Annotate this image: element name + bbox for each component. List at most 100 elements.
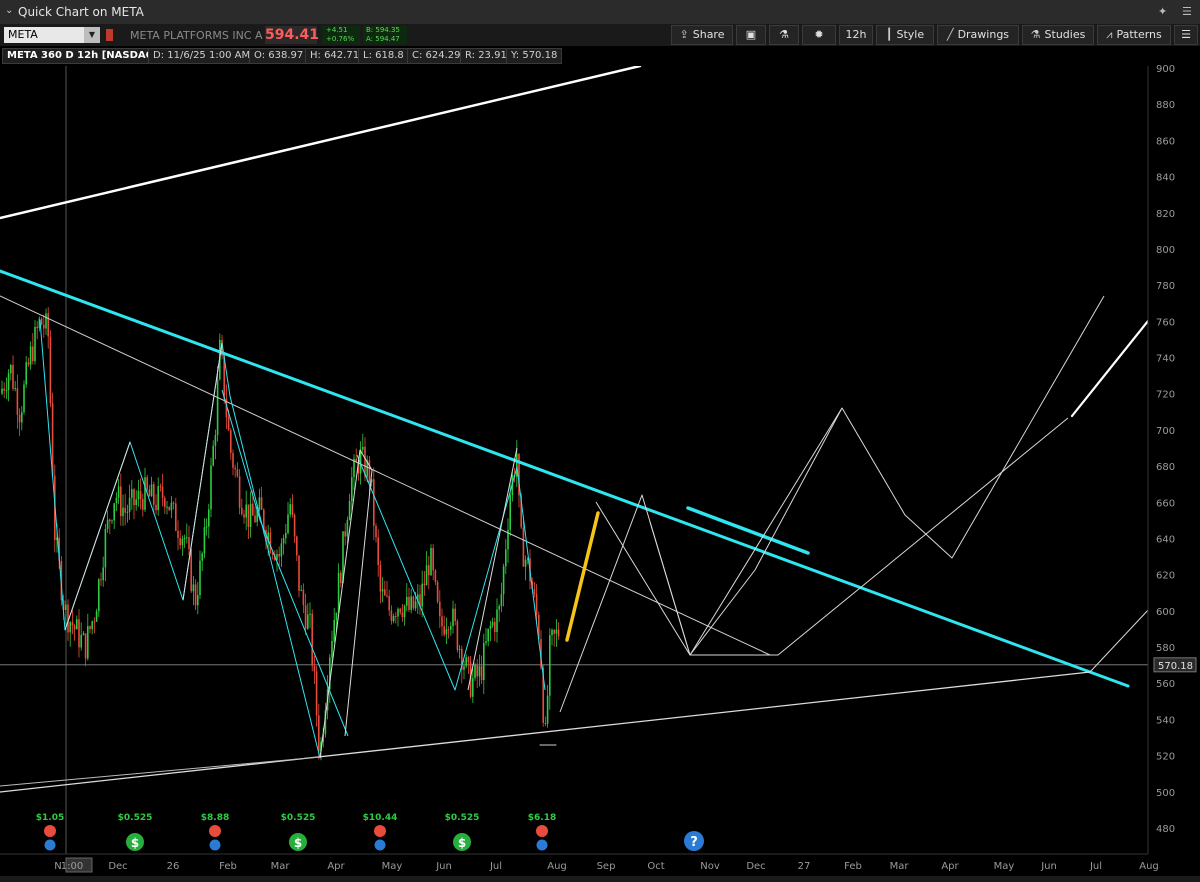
candle-body xyxy=(155,504,157,511)
high-value: H: 642.71 xyxy=(305,48,365,64)
candle-body xyxy=(375,525,377,538)
candle-body xyxy=(157,486,159,511)
timeframe-button[interactable]: 12h xyxy=(839,25,873,45)
time-tick-label: Feb xyxy=(844,861,862,872)
candle-body xyxy=(447,629,450,631)
studies-button[interactable]: ⚗ Studies xyxy=(1022,25,1094,45)
earnings-marker-icon xyxy=(374,825,386,837)
dividend-amount-label: $6.18 xyxy=(528,813,556,823)
candle-body xyxy=(76,619,78,630)
candle-body xyxy=(302,589,305,606)
candle-body xyxy=(106,519,109,529)
projection-path-a xyxy=(559,295,1105,713)
candle-body xyxy=(87,626,89,659)
candle-body xyxy=(137,491,140,500)
flask-button[interactable]: ⚗ xyxy=(769,25,799,45)
style-button[interactable]: ┃ Style xyxy=(876,25,934,45)
candle-body xyxy=(164,498,166,507)
candle-body xyxy=(397,608,399,617)
candle-body xyxy=(115,497,118,504)
candle-body xyxy=(331,641,333,658)
price-axis-bg xyxy=(1148,66,1200,854)
candle-body xyxy=(199,560,201,596)
dollar-glyph: $ xyxy=(131,836,139,850)
candle-body xyxy=(258,497,261,510)
candle-body xyxy=(491,621,494,626)
candle-body xyxy=(192,584,195,592)
candle-body xyxy=(300,589,302,591)
candle-body xyxy=(307,614,309,629)
info-marker-icon xyxy=(374,839,386,851)
settings-button[interactable]: ✹ xyxy=(802,25,836,45)
candle-body xyxy=(139,491,142,500)
price-tick-label: 880 xyxy=(1156,100,1175,111)
candle-body xyxy=(144,477,146,510)
user-drawings xyxy=(0,66,1148,793)
window-title: Quick Chart on META xyxy=(18,5,144,19)
candle-body xyxy=(170,502,173,511)
candle-body xyxy=(346,520,349,537)
price-tick-label: 620 xyxy=(1156,571,1175,582)
candle-body xyxy=(29,346,32,365)
price-chart[interactable]: 900 880 860 840 820 800 780 760 740 720 700 680 660 6… xyxy=(0,0,1200,882)
info-marker-icon xyxy=(44,839,56,851)
candle-body xyxy=(412,596,415,609)
candle-body xyxy=(287,514,289,534)
candle-body xyxy=(14,388,16,390)
candle-body xyxy=(135,499,137,506)
price-tick-label: 740 xyxy=(1156,354,1175,365)
candle-body xyxy=(252,503,254,516)
pin-icon[interactable]: ✦ xyxy=(1158,5,1167,18)
snapshot-button[interactable]: ▣ xyxy=(736,25,766,45)
candle-body xyxy=(373,479,375,526)
candle-body xyxy=(351,477,353,502)
candle-body xyxy=(483,642,485,681)
candle-body xyxy=(474,665,476,679)
candle-body xyxy=(49,336,52,404)
dividend-amount-label: $0.525 xyxy=(281,813,316,823)
candle-body xyxy=(557,629,560,637)
candle-body xyxy=(161,486,164,499)
candle-body xyxy=(84,633,87,659)
candle-body xyxy=(1,388,3,394)
price-tick-label: 480 xyxy=(1156,824,1175,835)
drawings-button[interactable]: ╱ Drawings xyxy=(937,25,1019,45)
candle-body xyxy=(414,601,417,609)
chart-toolbar: META ▼ META PLATFORMS INC A 594.41 +4.51… xyxy=(0,24,1200,46)
patterns-button[interactable]: ⩘ Patterns xyxy=(1097,25,1171,45)
candle-body xyxy=(32,346,34,362)
time-tick-label: Oct xyxy=(647,861,664,872)
dividend-amount-label: $10.44 xyxy=(363,813,398,823)
low-value: L: 618.8 xyxy=(358,48,409,64)
candle-body xyxy=(5,390,8,392)
more-menu-button[interactable]: ☰ xyxy=(1174,25,1198,45)
change-value: +4.51 xyxy=(326,26,348,34)
candle-body xyxy=(3,388,5,391)
time-tick-label: Jun xyxy=(435,861,452,872)
candle-body xyxy=(494,621,496,632)
candle-body xyxy=(150,484,153,497)
time-tick-label: Mar xyxy=(890,861,910,872)
share-button[interactable]: ⇪ Share xyxy=(671,25,733,45)
candle-body xyxy=(436,582,439,602)
collapse-chevron-icon[interactable]: ⌄ xyxy=(5,5,13,16)
candle-body xyxy=(500,594,503,607)
candle-body xyxy=(348,501,351,521)
chart-label: META 360 D 12h [NASDAQ] xyxy=(2,48,164,64)
candle-body xyxy=(454,608,456,622)
candle-body xyxy=(21,412,23,423)
candle-body xyxy=(43,324,45,329)
flag-icon[interactable] xyxy=(106,29,113,41)
symbol-dropdown-icon[interactable]: ▼ xyxy=(84,27,100,43)
info-marker-icon xyxy=(536,839,548,851)
candle-body xyxy=(344,531,346,537)
menu-icon[interactable]: ☰ xyxy=(1182,5,1192,18)
candle-body xyxy=(27,362,30,365)
candle-body xyxy=(472,678,474,697)
dividend-amount-label: $0.525 xyxy=(118,813,153,823)
candle-body xyxy=(384,589,386,596)
time-tick-label: May xyxy=(994,861,1015,872)
candle-body xyxy=(166,506,168,508)
candle-body xyxy=(476,665,478,677)
price-tick-label: 860 xyxy=(1156,136,1175,147)
